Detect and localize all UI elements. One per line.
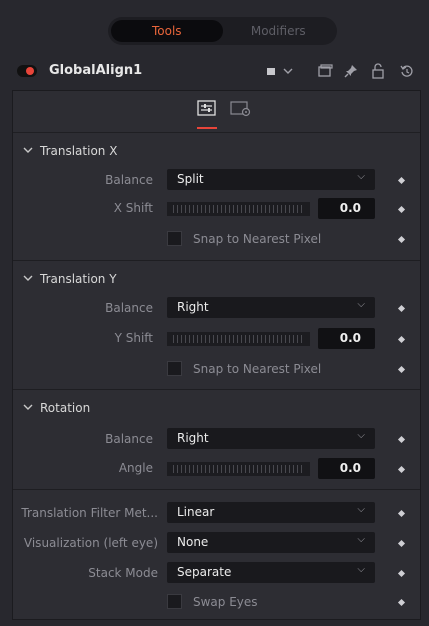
keyframe-diamond-icon[interactable]: [397, 235, 406, 244]
swap-eyes-checkbox[interactable]: [167, 594, 182, 609]
translation-filter-dropdown[interactable]: Linear ⌵: [167, 502, 375, 523]
divider: [13, 260, 420, 261]
snap-x-label: Snap to Nearest Pixel: [193, 232, 322, 246]
section-translation-x[interactable]: Translation X: [13, 138, 420, 164]
section-title: Translation Y: [40, 272, 117, 286]
swap-eyes-label: Swap Eyes: [193, 595, 258, 609]
snap-y-label: Snap to Nearest Pixel: [193, 362, 322, 376]
reset-icon[interactable]: [399, 63, 415, 84]
balance-rotation-dropdown[interactable]: Right ⌵: [167, 428, 375, 449]
tab-bar: Tools Modifiers: [0, 0, 429, 52]
snap-y-checkbox[interactable]: [167, 361, 182, 376]
chevron-down-icon: ⌵: [357, 171, 365, 182]
balance-label: Balance: [105, 432, 153, 446]
keyframe-diamond-icon[interactable]: [397, 205, 406, 214]
chevron-down-icon[interactable]: [282, 63, 294, 84]
keyframe-diamond-icon[interactable]: [397, 465, 406, 474]
chevron-down-icon: ⌵: [357, 564, 365, 575]
chevron-down-icon: [23, 273, 33, 286]
stack-mode-label: Stack Mode: [88, 566, 158, 580]
pin-icon[interactable]: [343, 63, 359, 84]
angle-value[interactable]: 0.0: [318, 458, 375, 479]
keyframe-diamond-icon[interactable]: [397, 365, 406, 374]
dropdown-value: Right: [177, 300, 209, 314]
chevron-down-icon: [23, 145, 33, 158]
dropdown-value: None: [177, 535, 209, 549]
dropdown-value: Linear: [177, 505, 215, 519]
keyframe-diamond-icon[interactable]: [397, 335, 406, 344]
controls-tab-icon[interactable]: [196, 99, 218, 117]
chevron-down-icon: ⌵: [357, 534, 365, 545]
keyframe-diamond-icon[interactable]: [397, 435, 406, 444]
dropdown-value: Separate: [177, 565, 232, 579]
dropdown-value: Split: [177, 172, 204, 186]
lock-icon[interactable]: [370, 63, 386, 84]
balance-y-dropdown[interactable]: Right ⌵: [167, 297, 375, 318]
keyframe-diamond-icon[interactable]: [397, 598, 406, 607]
window-icon[interactable]: [317, 63, 333, 84]
snap-x-checkbox[interactable]: [167, 231, 182, 246]
x-shift-slider[interactable]: [167, 202, 310, 216]
balance-label: Balance: [105, 173, 153, 187]
stack-mode-dropdown[interactable]: Separate ⌵: [167, 562, 375, 583]
chevron-down-icon: ⌵: [357, 299, 365, 310]
x-shift-value[interactable]: 0.0: [318, 198, 375, 219]
section-rotation[interactable]: Rotation: [13, 395, 420, 421]
angle-slider[interactable]: [167, 462, 310, 476]
section-title: Translation X: [40, 144, 118, 158]
node-enable-toggle[interactable]: [17, 65, 37, 77]
chevron-down-icon: ⌵: [357, 430, 365, 441]
tools-modifiers-switch: Tools Modifiers: [108, 17, 337, 45]
tab-tools[interactable]: Tools: [111, 20, 223, 42]
x-shift-label: X Shift: [113, 201, 153, 215]
section-translation-y[interactable]: Translation Y: [13, 266, 420, 292]
keyframe-diamond-icon[interactable]: [397, 176, 406, 185]
translation-filter-label: Translation Filter Met...: [21, 506, 158, 520]
section-title: Rotation: [40, 401, 91, 415]
angle-label: Angle: [118, 461, 153, 475]
chevron-down-icon: ⌵: [357, 504, 365, 515]
inspector-subtabs: [13, 91, 420, 133]
inspector-panel: Translation X Balance Split ⌵ X Shift 0.…: [12, 90, 421, 620]
visualization-label: Visualization (left eye): [23, 536, 158, 550]
tab-modifiers[interactable]: Modifiers: [223, 20, 335, 42]
y-shift-value[interactable]: 0.0: [318, 328, 375, 349]
keyframe-diamond-icon[interactable]: [397, 569, 406, 578]
settings-tab-icon[interactable]: [229, 99, 251, 117]
color-swatch-icon[interactable]: [266, 63, 276, 84]
balance-x-dropdown[interactable]: Split ⌵: [167, 169, 375, 190]
keyframe-diamond-icon[interactable]: [397, 304, 406, 313]
keyframe-diamond-icon[interactable]: [397, 539, 406, 548]
chevron-down-icon: [23, 402, 33, 415]
y-shift-label: Y Shift: [114, 331, 153, 345]
visualization-dropdown[interactable]: None ⌵: [167, 532, 375, 553]
dropdown-value: Right: [177, 431, 209, 445]
keyframe-diamond-icon[interactable]: [397, 509, 406, 518]
y-shift-slider[interactable]: [167, 332, 310, 346]
balance-label: Balance: [105, 301, 153, 315]
active-subtab-indicator: [197, 127, 217, 129]
node-name: GlobalAlign1: [49, 63, 143, 78]
divider: [13, 489, 420, 490]
divider: [13, 389, 420, 390]
node-header: GlobalAlign1: [0, 55, 429, 87]
